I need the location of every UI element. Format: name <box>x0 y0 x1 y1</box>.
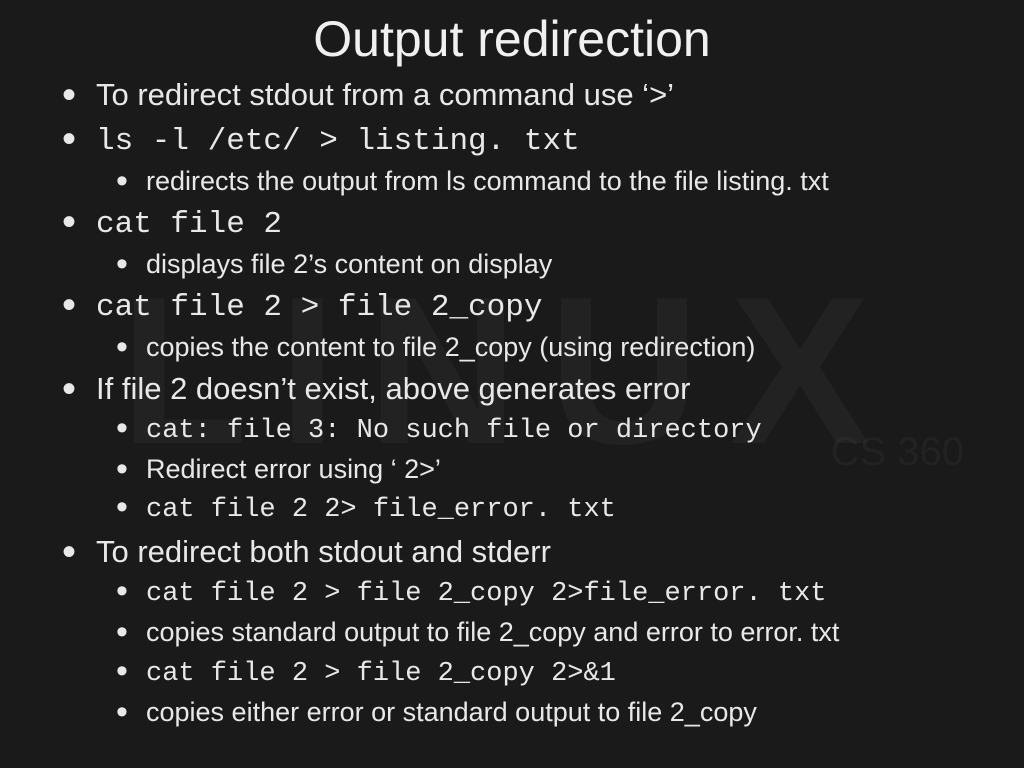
sub-bullet-error-msg: cat: file 3: No such file or directory <box>146 410 984 449</box>
bullet-text: copies the content to file 2_copy (using… <box>146 332 755 362</box>
sub-bullet-redirect-error: Redirect error using ‘ 2>’ <box>146 451 984 487</box>
sub-list: redirects the output from ls command to … <box>96 163 984 199</box>
sub-list: cat: file 3: No such file or directory R… <box>96 410 984 529</box>
sub-bullet-both-example: cat file 2 > file 2_copy 2>file_error. t… <box>146 573 984 612</box>
bullet-text: copies either error or standard output t… <box>146 697 757 727</box>
bullet-text: cat file 2 <box>96 207 282 242</box>
bullet-redirect-stdout: To redirect stdout from a command use ‘>… <box>96 74 984 116</box>
bullet-cat-copy: cat file 2 > file 2_copy copies the cont… <box>96 284 984 365</box>
bullet-text: cat: file 3: No such file or directory <box>146 416 762 446</box>
sub-list: copies the content to file 2_copy (using… <box>96 329 984 365</box>
bullet-text: cat file 2 > file 2_copy 2>file_error. t… <box>146 579 827 609</box>
slide-title: Output redirection <box>40 10 984 68</box>
bullet-text: If file 2 doesn’t exist, above generates… <box>96 371 691 406</box>
bullet-list: To redirect stdout from a command use ‘>… <box>40 74 984 730</box>
sub-bullet-error-redirect-example: cat file 2 2> file_error. txt <box>146 489 984 528</box>
bullet-file-not-exist: If file 2 doesn’t exist, above generates… <box>96 368 984 529</box>
bullet-text: To redirect both stdout and stderr <box>96 534 551 569</box>
sub-bullet-cat-display: displays file 2’s content on display <box>146 246 984 282</box>
sub-bullet-both-explain: copies standard output to file 2_copy an… <box>146 614 984 650</box>
sub-bullet-ls-explain: redirects the output from ls command to … <box>146 163 984 199</box>
bullet-text: cat file 2 2> file_error. txt <box>146 495 616 525</box>
sub-list: cat file 2 > file 2_copy 2>file_error. t… <box>96 573 984 731</box>
bullet-text: redirects the output from ls command to … <box>146 166 829 196</box>
bullet-cat-file2: cat file 2 displays file 2’s content on … <box>96 201 984 282</box>
bullet-text: Redirect error using ‘ 2>’ <box>146 454 441 484</box>
bullet-ls-example: ls -l /etc/ > listing. txt redirects the… <box>96 118 984 199</box>
sub-bullet-cat-copy-explain: copies the content to file 2_copy (using… <box>146 329 984 365</box>
bullet-text: cat file 2 > file 2_copy <box>96 290 542 325</box>
sub-list: displays file 2’s content on display <box>96 246 984 282</box>
bullet-redirect-both: To redirect both stdout and stderr cat f… <box>96 531 984 731</box>
bullet-text: copies standard output to file 2_copy an… <box>146 617 839 647</box>
bullet-text: cat file 2 > file 2_copy 2>&1 <box>146 659 616 689</box>
bullet-text: ls -l /etc/ > listing. txt <box>96 124 580 159</box>
bullet-text: To redirect stdout from a command use ‘>… <box>96 77 674 112</box>
slide: Output redirection To redirect stdout fr… <box>0 0 1024 752</box>
sub-bullet-2and1-explain: copies either error or standard output t… <box>146 694 984 730</box>
bullet-text: displays file 2’s content on display <box>146 249 552 279</box>
sub-bullet-2and1: cat file 2 > file 2_copy 2>&1 <box>146 653 984 692</box>
